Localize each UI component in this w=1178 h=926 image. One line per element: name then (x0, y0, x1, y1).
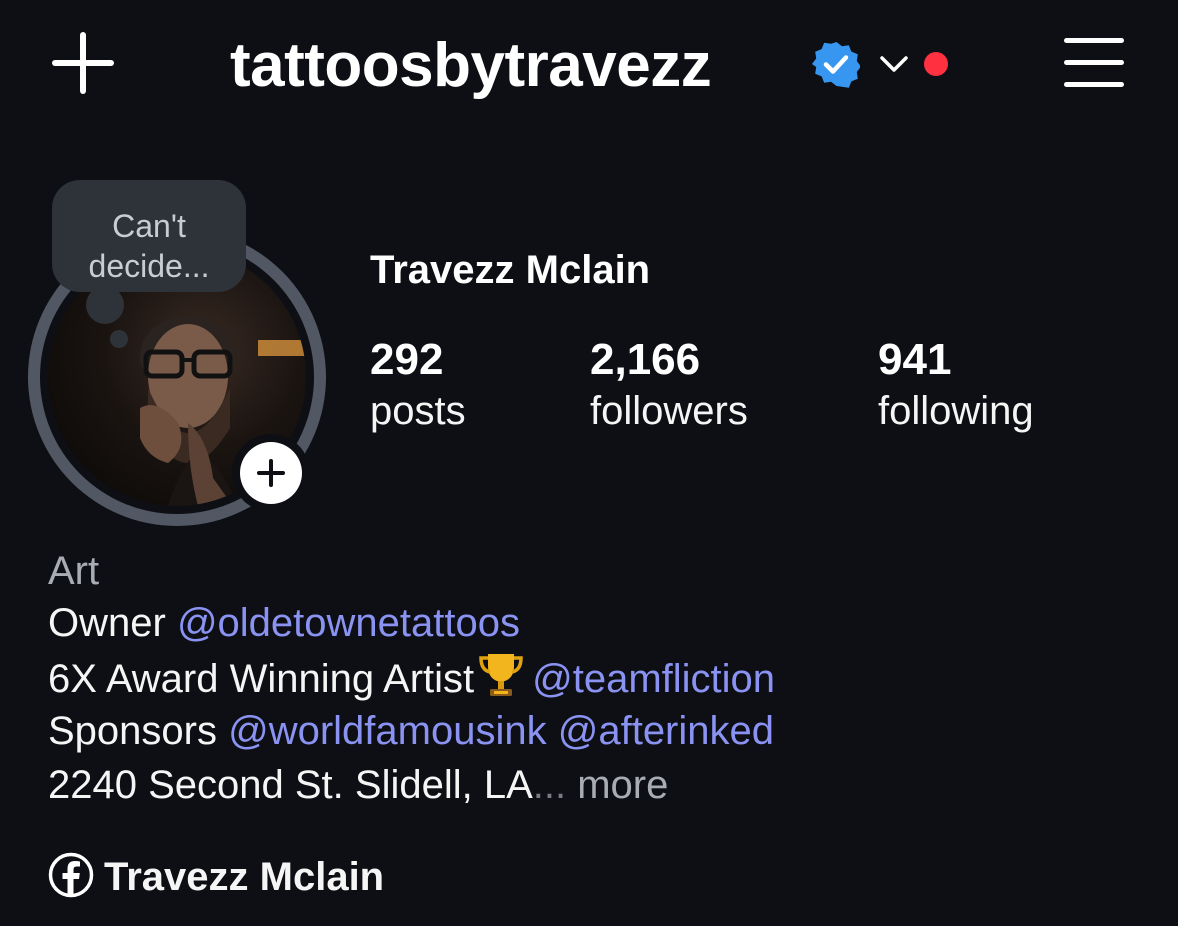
more-link[interactable]: more (577, 763, 668, 807)
mention-link[interactable]: @worldfamousink (228, 709, 547, 753)
trophy-icon (479, 654, 523, 696)
mention-link[interactable]: @teamfliction (532, 657, 775, 701)
posts-stat[interactable]: 292 posts (370, 334, 466, 436)
facebook-link[interactable]: Travezz Mclain (48, 852, 384, 900)
following-count: 941 (878, 335, 952, 384)
following-stat[interactable]: 941 following (878, 334, 1034, 436)
bio-line-address: 2240 Second St. Slidell, LA... more (48, 763, 669, 807)
followers-label: followers (590, 389, 748, 433)
posts-count: 292 (370, 335, 444, 384)
bio-line-owner: Owner @oldetownetattoos (48, 601, 520, 645)
following-label: following (878, 389, 1034, 433)
facebook-icon (48, 852, 94, 898)
followers-count: 2,166 (590, 335, 701, 384)
hamburger-menu-icon[interactable] (1064, 38, 1124, 88)
bio-line-sponsors: Sponsors @worldfamousink @afterinked (48, 709, 775, 753)
verified-badge-icon (812, 42, 860, 88)
plus-icon[interactable] (240, 442, 302, 504)
notification-dot (924, 52, 948, 76)
posts-label: posts (370, 389, 466, 433)
chevron-down-icon[interactable] (878, 52, 910, 76)
display-name: Travezz Mclain (370, 248, 651, 292)
note-bubble[interactable]: Can't decide... (52, 180, 246, 292)
bio-line-award: 6X Award Winning Artist @teamfliction (48, 650, 775, 706)
mention-link[interactable]: @oldetownetattoos (177, 601, 520, 645)
followers-stat[interactable]: 2,166 followers (590, 334, 748, 436)
facebook-link-label: Travezz Mclain (104, 855, 385, 899)
username-title[interactable]: tattoosbytravezz (230, 28, 712, 104)
mention-link[interactable]: @afterinked (558, 709, 774, 753)
create-new-icon[interactable] (52, 32, 114, 94)
profile-category: Art (48, 549, 100, 593)
